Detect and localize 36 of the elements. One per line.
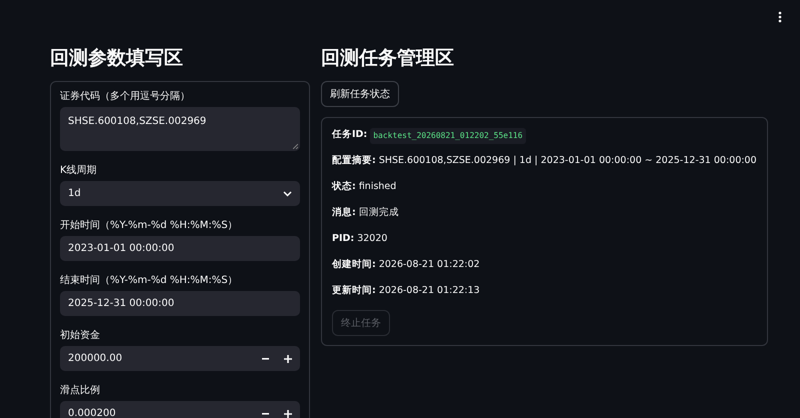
refresh-button[interactable]: 刷新任务状态 [321,81,399,107]
detail-value: finished [358,180,396,194]
menu-icon[interactable] [778,11,782,23]
detail-value: SHSE.600108,SZSE.002969 | 1d | 2023-01-01 00:00:00 ~ 2025-12-31 00:00:00 [378,154,757,168]
minus-icon[interactable] [262,412,270,414]
detail-label: 状态: [332,180,356,194]
task-id: backtest_20260821_012202_55e116 [370,128,526,144]
detail-label: 任务ID: [332,128,368,142]
field-label: 开始时间（%Y-%m-%d %H:%M:%S） [60,219,239,233]
chevron-down-icon [283,190,292,196]
number-input[interactable]: 200000.00 [68,353,122,364]
section-title: 回测任务管理区 [321,46,455,71]
field-label: 滑点比例 [60,384,101,398]
section-title: 回测参数填写区 [50,46,184,71]
detail-value: 2026-08-21 01:22:13 [378,284,480,298]
detail-value: 32020 [357,232,388,246]
field-label: 结束时间（%Y-%m-%d %H:%M:%S） [60,274,239,288]
plus-icon[interactable] [284,410,292,418]
input-field[interactable]: 2023-01-01 00:00:00 [60,236,300,261]
detail-label: 更新时间: [332,284,376,298]
dropdown[interactable]: 1d [60,181,300,206]
minus-icon[interactable] [262,358,270,360]
detail-value: 回测完成 [358,206,399,220]
field-label: 初始资金 [60,329,101,343]
input-field[interactable]: 2025-12-31 00:00:00 [60,291,300,316]
detail-label: 消息: [332,206,356,220]
detail-value: 2026-08-21 01:22:02 [378,258,480,272]
detail-label: 创建时间: [332,258,376,272]
field-label: 证券代码（多个用逗号分隔） [60,90,191,104]
plus-icon[interactable] [284,354,292,362]
detail-label: 配置摘要: [332,154,376,168]
number-input[interactable]: 0.000200 [68,408,116,418]
input-field[interactable]: SHSE.600108,SZSE.002969 [60,107,300,151]
detail-label: PID: [332,232,354,246]
resize-handle-icon[interactable] [293,144,298,149]
field-label: K线周期 [60,164,98,178]
